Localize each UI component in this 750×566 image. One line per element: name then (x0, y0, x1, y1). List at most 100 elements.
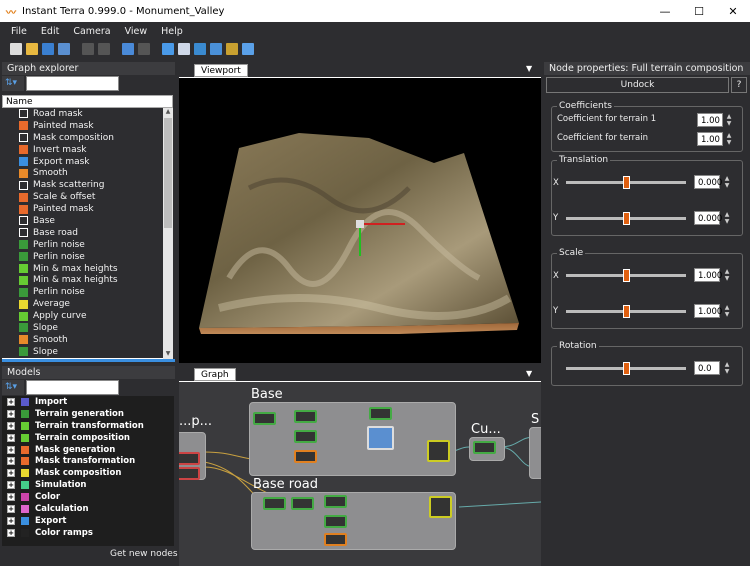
coefficient-1-input[interactable]: 1.00 (697, 113, 723, 127)
scrollbar-thumb[interactable] (164, 118, 172, 228)
graph-node[interactable] (324, 533, 347, 546)
coefficient-2-input[interactable]: 1.00 (697, 132, 723, 146)
graph-node-preview[interactable] (367, 426, 394, 450)
model-category[interactable]: + Terrain generation (2, 408, 174, 420)
graph-explorer-item[interactable]: Slope (2, 345, 163, 358)
graph-explorer-item[interactable]: Base (2, 215, 163, 227)
graph-explorer-item[interactable]: Painted mask (2, 203, 163, 216)
models-sort-icon[interactable]: ⇅▾ (2, 380, 24, 395)
get-new-nodes-link[interactable]: Get new nodes (110, 549, 178, 559)
scale-x-spinner-icon[interactable]: ▲ ▼ (723, 268, 731, 282)
graph-explorer-item[interactable]: Perlin noise (2, 286, 163, 299)
model-category[interactable]: + Color ramps (2, 527, 174, 539)
graph-menu-chevron-icon[interactable]: ▼ (526, 369, 532, 378)
scale-y-slider-thumb[interactable] (623, 305, 630, 318)
coefficient-2-spinner-icon[interactable]: ▲ ▼ (725, 132, 733, 146)
graph-node[interactable] (324, 515, 347, 528)
redo-icon[interactable] (98, 43, 110, 55)
graph-node[interactable] (253, 412, 276, 425)
expand-icon[interactable]: + (7, 516, 15, 525)
fit-icon[interactable] (178, 43, 190, 55)
expand-icon[interactable]: + (7, 421, 15, 430)
rotation-slider-thumb[interactable] (623, 362, 630, 375)
scroll-up-icon[interactable]: ▲ (164, 108, 172, 117)
model-category[interactable]: + Mask composition (2, 467, 174, 479)
scale-x-slider-thumb[interactable] (623, 269, 630, 282)
translation-x-spinner-icon[interactable]: ▲ ▼ (723, 175, 731, 189)
tab-viewport[interactable]: Viewport (194, 64, 248, 77)
name-column-header[interactable]: Name (2, 95, 173, 108)
help-button[interactable]: ? (731, 77, 747, 93)
model-category[interactable]: + Export (2, 515, 174, 527)
delete-icon[interactable] (138, 43, 150, 55)
scroll-down-icon[interactable]: ▼ (164, 350, 172, 359)
graph-explorer-item[interactable]: Scale & offset (2, 191, 163, 204)
graph-node[interactable] (324, 495, 347, 508)
minimize-button[interactable]: — (648, 0, 682, 22)
save-icon[interactable] (42, 43, 54, 55)
graph-node[interactable] (179, 452, 200, 465)
expand-icon[interactable]: + (7, 469, 15, 478)
undo-icon[interactable] (82, 43, 94, 55)
graph-explorer-item[interactable]: Slope (2, 322, 163, 334)
rotation-input[interactable]: 0.0 (694, 361, 720, 375)
new-file-icon[interactable] (10, 43, 22, 55)
graph-explorer-item[interactable]: Smooth (2, 167, 163, 180)
graph-explorer-item[interactable]: Perlin noise (2, 250, 163, 263)
sort-icon[interactable]: ⇅▾ (2, 76, 24, 91)
translation-x-input[interactable]: 0.000 (694, 175, 722, 189)
translation-y-spinner-icon[interactable]: ▲ ▼ (723, 211, 731, 225)
expand-icon[interactable]: + (7, 433, 15, 442)
open-folder-icon[interactable] (26, 43, 38, 55)
model-category[interactable]: + Mask generation (2, 444, 174, 456)
menu-edit[interactable]: Edit (34, 26, 66, 37)
screenshot-icon[interactable] (242, 43, 254, 55)
scale-y-input[interactable]: 1.000 (694, 304, 722, 318)
translation-x-slider-thumb[interactable] (623, 176, 630, 189)
scale-y-spinner-icon[interactable]: ▲ ▼ (723, 304, 731, 318)
graph-node[interactable] (427, 440, 450, 462)
menu-help[interactable]: Help (154, 26, 190, 37)
pin-icon[interactable] (226, 43, 238, 55)
close-button[interactable]: ✕ (716, 0, 750, 22)
graph-explorer-item[interactable]: Invert mask (2, 143, 163, 156)
model-category[interactable]: + Terrain composition (2, 432, 174, 444)
tab-graph[interactable]: Graph (194, 368, 236, 381)
graph-explorer-item[interactable]: Export mask (2, 155, 163, 168)
expand-icon[interactable]: + (7, 481, 15, 490)
graph-explorer-item[interactable]: Painted mask (2, 119, 163, 132)
graph-explorer-item[interactable]: Min & max heights (2, 274, 163, 287)
frame-icon[interactable] (194, 43, 206, 55)
translation-y-slider-thumb[interactable] (623, 212, 630, 225)
expand-icon[interactable]: + (7, 397, 15, 406)
graph-explorer-item[interactable]: Average (2, 298, 163, 311)
graph-explorer-item[interactable]: Perlin noise (2, 238, 163, 251)
model-category[interactable]: + Terrain transformation (2, 420, 174, 432)
graph-explorer-item[interactable]: Mask composition (2, 131, 163, 144)
graph-node[interactable] (291, 497, 314, 510)
graph-node[interactable] (294, 450, 317, 463)
graph-node[interactable] (369, 407, 392, 420)
expand-icon[interactable]: + (7, 457, 15, 466)
graph-explorer-item[interactable]: Apply curve (2, 310, 163, 323)
copy-icon[interactable] (122, 43, 134, 55)
save-as-icon[interactable] (58, 43, 70, 55)
scale-x-input[interactable]: 1.000 (694, 268, 722, 282)
undock-button[interactable]: Undock (546, 77, 729, 93)
model-category[interactable]: + Mask transformation (2, 455, 174, 467)
model-category[interactable]: + Calculation (2, 503, 174, 515)
lock-icon[interactable] (210, 43, 222, 55)
graph-node[interactable] (429, 496, 452, 518)
maximize-button[interactable]: ☐ (682, 0, 716, 22)
expand-icon[interactable]: + (7, 445, 15, 454)
graph-node[interactable] (294, 410, 317, 423)
menu-file[interactable]: File (0, 26, 34, 37)
graph-explorer-item[interactable]: Smooth (2, 333, 163, 346)
models-search-input[interactable] (26, 380, 119, 395)
graph-node[interactable] (294, 430, 317, 443)
translation-y-input[interactable]: 0.000 (694, 211, 722, 225)
layout-icon[interactable] (162, 43, 174, 55)
expand-icon[interactable]: + (7, 528, 15, 537)
graph-node[interactable] (179, 467, 200, 480)
graph-explorer-item[interactable]: Base road (2, 226, 163, 239)
